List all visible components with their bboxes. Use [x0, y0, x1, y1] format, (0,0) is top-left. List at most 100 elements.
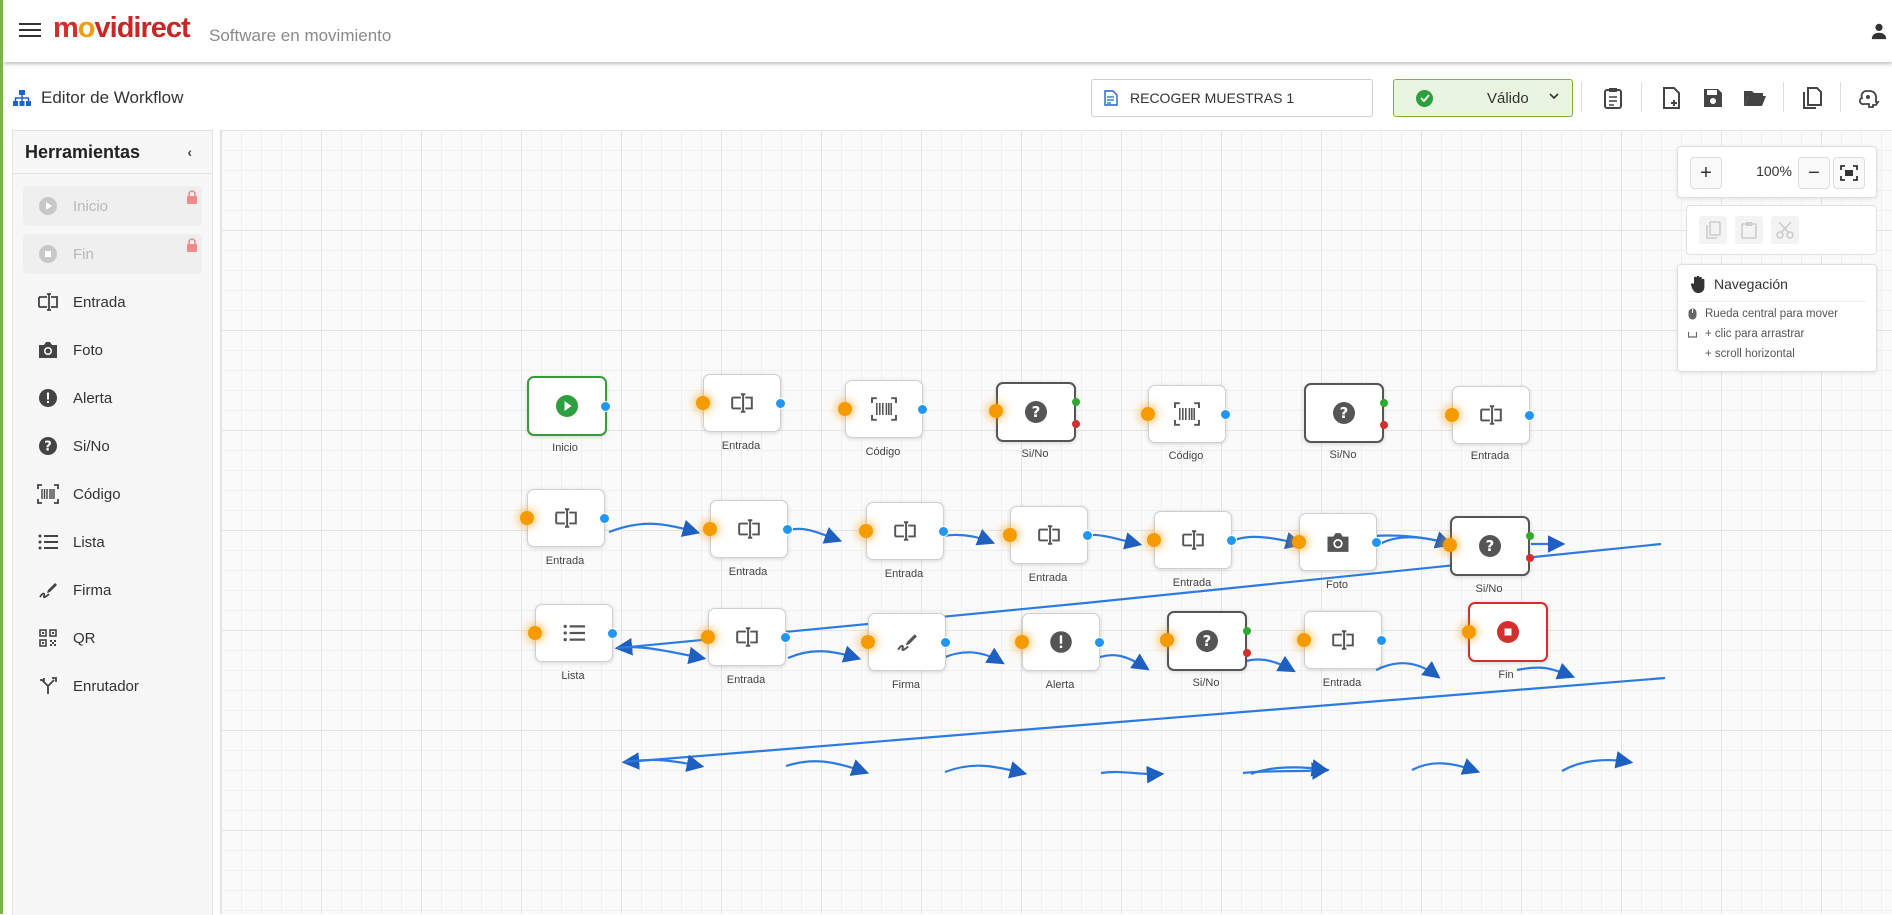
yes-port[interactable]	[1072, 398, 1080, 406]
input-port[interactable]	[859, 524, 873, 538]
node-alerta[interactable]	[1015, 613, 1105, 671]
save-button[interactable]	[1701, 86, 1725, 110]
node-lista[interactable]	[528, 604, 618, 662]
node-inicio[interactable]	[527, 376, 611, 436]
output-port[interactable]	[600, 401, 611, 412]
collapse-sidebar-icon[interactable]: ‹	[187, 144, 192, 160]
question-icon: ?	[1025, 401, 1047, 423]
clipboard-check-button[interactable]	[1601, 86, 1625, 110]
play-circle-icon	[556, 395, 578, 417]
no-port[interactable]	[1243, 649, 1251, 657]
output-port[interactable]	[1226, 535, 1237, 546]
workflow-name-field[interactable]: RECOGER MUESTRAS 1	[1091, 79, 1373, 117]
paste-button[interactable]	[1735, 216, 1763, 244]
output-port[interactable]	[599, 513, 610, 524]
node-entrada[interactable]	[520, 489, 610, 547]
workflow-canvas[interactable]: Inicio Entrada Código ? Si/No Código ? S…	[220, 130, 1892, 914]
input-port[interactable]	[696, 396, 710, 410]
input-port[interactable]	[520, 511, 534, 525]
status-select[interactable]: Válido	[1393, 79, 1573, 117]
input-port[interactable]	[528, 626, 542, 640]
input-port[interactable]	[1015, 635, 1029, 649]
no-port[interactable]	[1380, 421, 1388, 429]
svg-text:?: ?	[1203, 632, 1212, 650]
node-foto[interactable]	[1292, 513, 1382, 571]
yes-port[interactable]	[1243, 627, 1251, 635]
tool-item-alerta[interactable]: Alerta	[23, 378, 202, 418]
node-sino[interactable]: ?	[1304, 383, 1388, 443]
output-port[interactable]	[1220, 409, 1231, 420]
input-port[interactable]	[1297, 633, 1311, 647]
node-sino[interactable]: ?	[989, 382, 1080, 442]
node-entrada[interactable]	[1147, 511, 1237, 569]
node-codigo[interactable]	[838, 380, 928, 438]
tool-item-entrada[interactable]: Entrada	[23, 282, 202, 322]
brand-logo[interactable]: movidirect	[53, 12, 191, 45]
tool-item-foto[interactable]: Foto	[23, 330, 202, 370]
output-port[interactable]	[940, 637, 951, 648]
output-port[interactable]	[607, 628, 618, 639]
input-port[interactable]	[1160, 633, 1174, 647]
output-port[interactable]	[917, 404, 928, 415]
yes-port[interactable]	[1380, 399, 1388, 407]
no-port[interactable]	[1072, 420, 1080, 428]
tool-item-sino[interactable]: ? Si/No	[23, 426, 202, 466]
node-entrada[interactable]	[1003, 506, 1093, 564]
node-entrada[interactable]	[701, 608, 791, 666]
node-firma[interactable]	[861, 613, 951, 671]
text-input-icon	[731, 393, 753, 413]
node-sino[interactable]: ?	[1443, 516, 1534, 576]
tool-item-qr[interactable]: QR	[23, 618, 202, 658]
output-port[interactable]	[775, 398, 786, 409]
input-port[interactable]	[838, 402, 852, 416]
new-file-button[interactable]	[1660, 86, 1684, 110]
input-port[interactable]	[703, 522, 717, 536]
open-folder-button[interactable]	[1743, 86, 1767, 110]
output-port[interactable]	[1376, 635, 1387, 646]
fit-to-screen-button[interactable]	[1833, 157, 1865, 189]
node-label: Entrada	[1028, 572, 1068, 584]
status-value: Válido	[1487, 89, 1529, 107]
node-entrada[interactable]	[859, 502, 949, 560]
node-codigo[interactable]	[1141, 385, 1231, 443]
input-port[interactable]	[1443, 538, 1457, 552]
hamburger-menu-icon[interactable]	[19, 20, 41, 42]
output-port[interactable]	[1094, 637, 1105, 648]
tool-item-firma[interactable]: Firma	[23, 570, 202, 610]
no-port[interactable]	[1526, 554, 1534, 562]
zoom-out-button[interactable]: −	[1798, 157, 1830, 189]
output-port[interactable]	[1371, 537, 1382, 548]
output-port[interactable]	[782, 524, 793, 535]
ai-assist-button[interactable]	[1857, 86, 1881, 110]
output-port[interactable]	[1524, 410, 1535, 421]
yes-port[interactable]	[1526, 532, 1534, 540]
tool-item-enrutador[interactable]: Enrutador	[23, 666, 202, 706]
edge	[1561, 751, 1634, 772]
input-port[interactable]	[989, 404, 1003, 418]
tool-item-lista[interactable]: Lista	[23, 522, 202, 562]
input-port[interactable]	[861, 635, 875, 649]
output-port[interactable]	[780, 632, 791, 643]
input-port[interactable]	[1003, 528, 1017, 542]
input-port[interactable]	[1147, 533, 1161, 547]
tool-item-label: Firma	[73, 581, 112, 599]
input-port[interactable]	[1445, 408, 1459, 422]
copy-button[interactable]	[1699, 216, 1727, 244]
zoom-in-button[interactable]: +	[1690, 157, 1722, 189]
input-port[interactable]	[1292, 535, 1306, 549]
node-entrada[interactable]	[1445, 386, 1535, 444]
cut-button[interactable]	[1771, 216, 1799, 244]
input-port[interactable]	[701, 630, 715, 644]
node-entrada[interactable]	[1297, 611, 1387, 669]
tool-item-codigo[interactable]: Código	[23, 474, 202, 514]
output-port[interactable]	[938, 526, 949, 537]
node-entrada[interactable]	[703, 500, 793, 558]
input-port[interactable]	[1462, 625, 1476, 639]
node-sino[interactable]: ?	[1160, 611, 1251, 671]
output-port[interactable]	[1082, 530, 1093, 541]
input-port[interactable]	[1141, 407, 1155, 421]
node-fin[interactable]	[1462, 602, 1548, 662]
copy-document-button[interactable]	[1800, 86, 1824, 110]
node-entrada[interactable]	[696, 374, 786, 432]
user-icon[interactable]	[1870, 22, 1888, 40]
